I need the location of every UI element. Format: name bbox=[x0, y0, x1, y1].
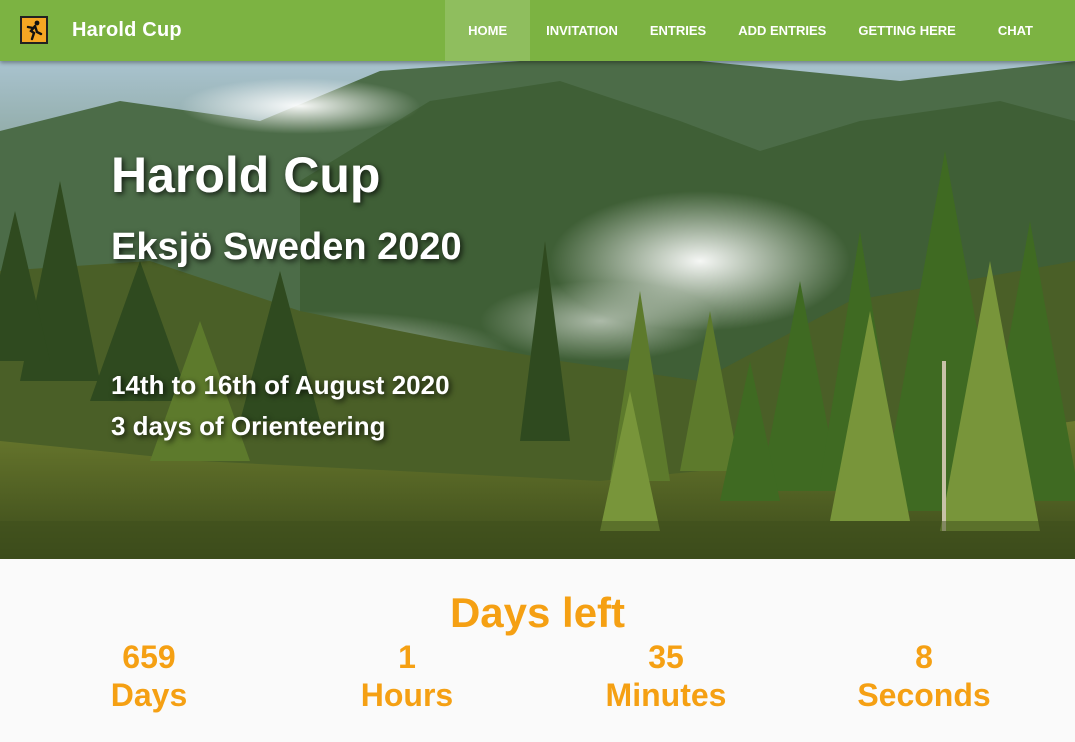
countdown-minutes-value: 35 bbox=[648, 639, 684, 675]
countdown-hours-label: Hours bbox=[360, 677, 454, 713]
countdown-days-label: Days bbox=[110, 677, 188, 713]
top-navbar: Harold Cup HOME INVITATION ENTRIES ADD E… bbox=[0, 0, 1075, 61]
countdown-minutes-label: Minutes bbox=[605, 677, 727, 713]
nav-item-getting-here[interactable]: GETTING HERE bbox=[842, 0, 972, 61]
brand-name: Harold Cup bbox=[72, 18, 182, 41]
orienteering-runner-icon bbox=[20, 16, 48, 44]
hero-subtitle: Eksjö Sweden 2020 bbox=[111, 226, 462, 268]
hero-title: Harold Cup bbox=[111, 147, 381, 203]
countdown-seconds-value: 8 bbox=[915, 639, 933, 675]
nav-item-add-entries[interactable]: ADD ENTRIES bbox=[722, 0, 842, 61]
countdown-days: 659 Days bbox=[49, 639, 249, 715]
nav-item-chat[interactable]: CHAT bbox=[972, 0, 1065, 61]
hero-banner: Harold Cup Eksjö Sweden 2020 14th to 16t… bbox=[0, 61, 1075, 559]
brand-link[interactable]: Harold Cup bbox=[20, 12, 182, 48]
event-description: 3 days of Orienteering bbox=[111, 411, 386, 441]
countdown-hours-value: 1 bbox=[398, 639, 416, 675]
countdown-minutes: 35 Minutes bbox=[566, 639, 766, 715]
nav-item-entries[interactable]: ENTRIES bbox=[634, 0, 722, 61]
countdown-section: Days left 659 Days 1 Hours 35 Minutes 8 … bbox=[0, 559, 1075, 742]
nav-item-invitation[interactable]: INVITATION bbox=[530, 0, 634, 61]
nav-item-home[interactable]: HOME bbox=[445, 0, 531, 61]
event-dates: 14th to 16th of August 2020 bbox=[111, 370, 450, 400]
nav-menu: HOME INVITATION ENTRIES ADD ENTRIES GETT… bbox=[445, 0, 1065, 61]
countdown-days-value: 659 bbox=[122, 639, 176, 675]
countdown-hours: 1 Hours bbox=[307, 639, 507, 715]
countdown-heading: Days left bbox=[449, 589, 626, 636]
forest-background-image bbox=[0, 61, 1075, 559]
countdown-seconds: 8 Seconds bbox=[824, 639, 1024, 715]
countdown-seconds-label: Seconds bbox=[857, 677, 991, 713]
